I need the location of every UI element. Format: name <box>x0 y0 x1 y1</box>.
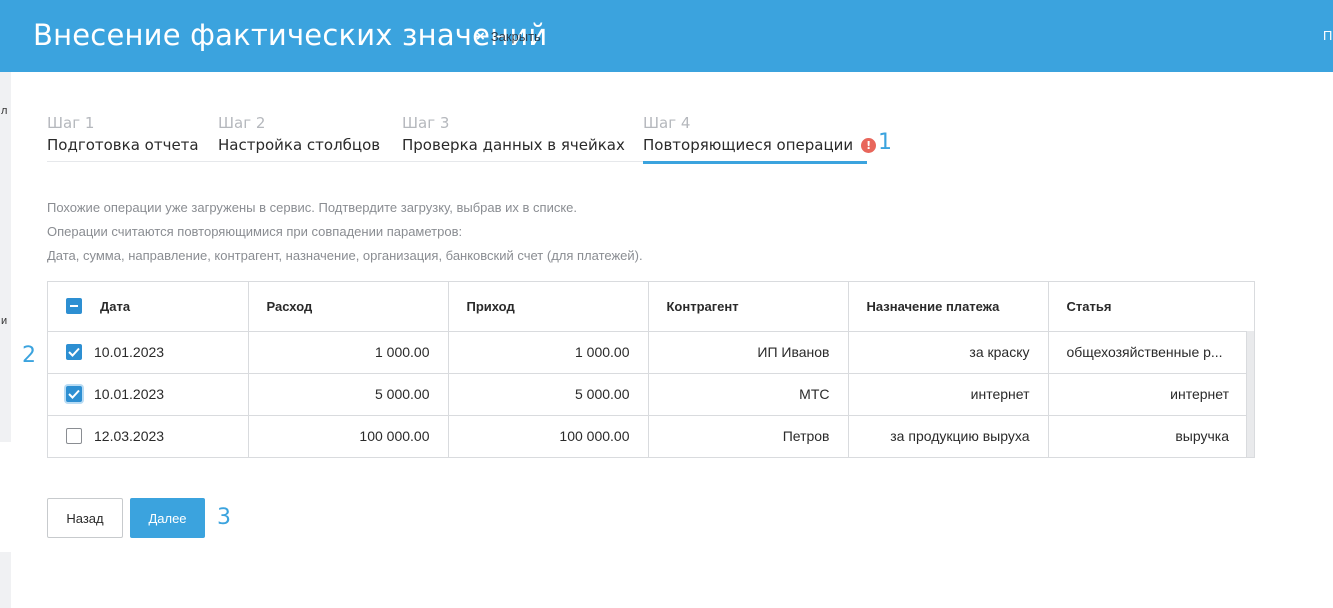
cell-expense: 5 000.00 <box>248 373 449 416</box>
step-label: Проверка данных в ячейках <box>402 136 625 154</box>
cell-income: 5 000.00 <box>448 373 649 416</box>
description-line-2: Операции считаются повторяющимися при со… <box>47 224 463 239</box>
cell-purpose: интернет <box>848 373 1049 416</box>
table-row[interactable]: 12.03.2023 100 000.00 100 000.00 Петров … <box>48 415 1247 457</box>
cell-income: 100 000.00 <box>448 415 649 457</box>
back-button[interactable]: Назад <box>47 498 123 538</box>
row-checkbox[interactable] <box>66 386 82 402</box>
step-4[interactable]: Шаг 4 Повторяющиеся операции ! <box>643 114 877 164</box>
modal-panel: Шаг 1 Подготовка отчета Шаг 2 Настройка … <box>11 72 1333 608</box>
page-title: Внесение фактических значений <box>33 18 548 52</box>
background-sidebar: л и <box>0 72 11 608</box>
cell-expense: 100 000.00 <box>248 415 449 457</box>
duplicates-table: Дата Расход Приход Контрагент Назначение… <box>47 281 1255 458</box>
step-2[interactable]: Шаг 2 Настройка столбцов <box>218 114 380 162</box>
step-number: Шаг 3 <box>402 114 450 132</box>
warning-icon: ! <box>861 137 877 153</box>
check-icon <box>68 347 80 357</box>
sidebar-fragment-mid: и <box>1 315 8 327</box>
table-header-row: Дата Расход Приход Контрагент Назначение… <box>48 282 1247 332</box>
cell-income: 1 000.00 <box>448 331 649 374</box>
minus-icon <box>70 305 78 308</box>
description-line-3: Дата, сумма, направление, контрагент, на… <box>47 248 643 263</box>
cell-article: выручка <box>1175 428 1229 445</box>
sidebar-fragment-top: л <box>1 105 8 117</box>
annotation-1: 1 <box>878 130 892 155</box>
table-row[interactable]: 10.01.2023 1 000.00 1 000.00 ИП Иванов з… <box>48 331 1247 374</box>
table-row[interactable]: 10.01.2023 5 000.00 5 000.00 МТС интерне… <box>48 373 1247 416</box>
select-all-checkbox[interactable] <box>66 298 82 315</box>
header-date: Дата <box>48 282 249 332</box>
description-line-1: Похожие операции уже загружены в сервис.… <box>47 200 578 215</box>
cell-counterparty: ИП Иванов <box>648 331 849 374</box>
step-number: Шаг 2 <box>218 114 266 132</box>
description: Похожие операции уже загружены в сервис.… <box>47 196 643 268</box>
header-article: Статья <box>1048 282 1247 332</box>
wizard-steps: Шаг 1 Подготовка отчета Шаг 2 Настройка … <box>47 114 877 164</box>
header-expense: Расход <box>248 282 449 332</box>
step-number: Шаг 4 <box>643 114 691 132</box>
row-checkbox[interactable] <box>66 428 82 445</box>
cell-purpose: за краску <box>848 331 1049 374</box>
sidebar-lower-area <box>0 442 11 552</box>
cell-date: 12.03.2023 <box>94 428 165 445</box>
step-1[interactable]: Шаг 1 Подготовка отчета <box>47 114 199 162</box>
header-right-fragment: П <box>1323 28 1333 43</box>
cell-counterparty: МТС <box>648 373 849 416</box>
cell-date: 10.01.2023 <box>94 344 165 360</box>
header-income: Приход <box>448 282 649 332</box>
close-label: Закрыть <box>490 29 541 44</box>
cell-purpose: за продукцию выруха <box>848 415 1049 457</box>
close-button[interactable]: × Закрыть <box>476 28 541 45</box>
row-checkbox[interactable] <box>66 344 82 360</box>
cell-counterparty: Петров <box>648 415 849 457</box>
step-label: Настройка столбцов <box>218 136 381 154</box>
step-label: Подготовка отчета <box>47 136 199 154</box>
step-number: Шаг 1 <box>47 114 95 132</box>
cell-date: 10.01.2023 <box>94 386 165 402</box>
table-scrollbar[interactable] <box>1246 331 1254 457</box>
cell-article: общехозяйственные р... <box>1048 331 1247 374</box>
step-label: Повторяющиеся операции <box>643 136 854 154</box>
annotation-2: 2 <box>22 343 36 368</box>
close-icon: × <box>476 28 485 45</box>
header-counterparty: Контрагент <box>648 282 849 332</box>
step-3[interactable]: Шаг 3 Проверка данных в ячейках <box>402 114 625 162</box>
next-button[interactable]: Далее <box>130 498 205 538</box>
check-icon <box>68 389 80 399</box>
annotation-3: 3 <box>217 505 231 530</box>
header-purpose: Назначение платежа <box>848 282 1049 332</box>
cell-expense: 1 000.00 <box>248 331 449 374</box>
header: Внесение фактических значений × Закрыть … <box>0 0 1333 72</box>
cell-article: интернет <box>1048 373 1247 416</box>
